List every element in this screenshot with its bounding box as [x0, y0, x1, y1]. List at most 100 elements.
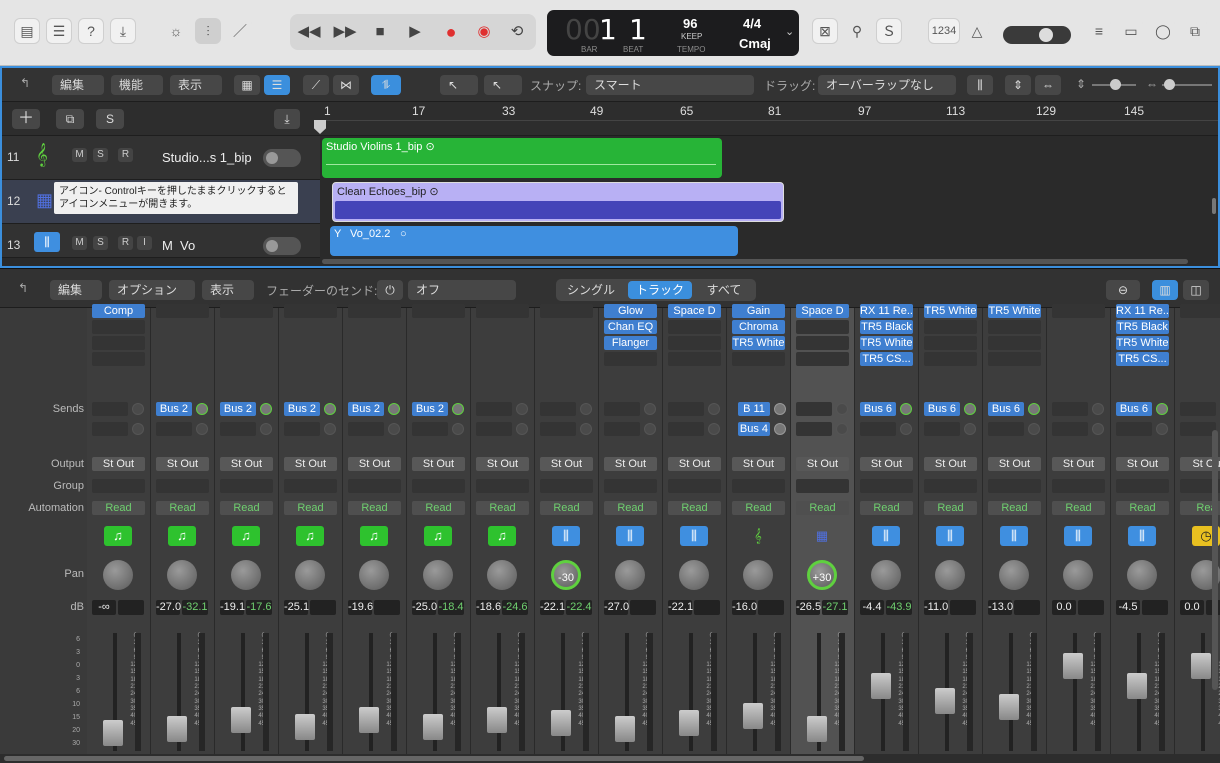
waveform-icon[interactable]: ⫼ — [34, 232, 60, 252]
empty-send-slot[interactable] — [1180, 422, 1216, 436]
fit-vertical-icon[interactable]: ⇕ — [1005, 75, 1031, 95]
channel-strip[interactable]: TR5 White Bus 6 St Out Read ⫼ -13.0 0369121518… — [983, 304, 1047, 754]
pan-knob[interactable] — [743, 560, 773, 590]
mute-button[interactable]: M — [72, 236, 87, 250]
send-slot[interactable]: Bus 6 — [860, 402, 896, 416]
region-vocals[interactable]: Y Vo_02.2 ○ — [330, 226, 738, 256]
volume-fader[interactable]: 0369121518212430354045 — [1057, 633, 1101, 751]
volume-fader[interactable]: 0369121518212430354045 — [225, 633, 269, 751]
channel-strip[interactable]: Gain Chroma TR5 White B 11 Bus 4 St Out Read 𝄞 -… — [727, 304, 791, 754]
volume-db[interactable]: -13.0 — [988, 600, 1013, 615]
vertical-zoom-knob[interactable] — [1110, 79, 1121, 90]
lcd-display[interactable]: 00 1 1 BAR BEAT 96 KEEP TEMPO 4/4 Cmaj ⌄ — [547, 10, 799, 56]
pan-knob[interactable] — [359, 560, 389, 590]
mute-button[interactable]: M — [72, 148, 87, 162]
empty-plugin-slot[interactable] — [924, 320, 977, 334]
channel-view-icon[interactable]: ▥ — [1152, 280, 1178, 300]
tracks-tab[interactable]: トラック — [628, 281, 692, 299]
loop-browser-icon[interactable]: ◯ — [1150, 18, 1176, 44]
output-slot[interactable]: St Out — [668, 457, 721, 471]
send-level-knob[interactable] — [900, 403, 912, 415]
empty-plugin-slot[interactable] — [988, 352, 1041, 366]
mixer-edit-menu[interactable]: 編集 — [50, 280, 102, 300]
volume-fader[interactable]: 0369121518212430354045 — [353, 633, 397, 751]
volume-db[interactable]: -25.0 — [412, 600, 437, 615]
send-slot[interactable]: Bus 2 — [412, 402, 448, 416]
fader-cap[interactable] — [807, 716, 827, 742]
empty-send-slot[interactable] — [796, 402, 832, 416]
empty-send-slot[interactable] — [284, 422, 320, 436]
channel-strip[interactable]: RX 11 Re... TR5 Black TR5 White TR5 CS... Bu… — [855, 304, 919, 754]
tracks-h-scrollbar[interactable] — [322, 259, 1188, 264]
empty-send-slot[interactable] — [348, 422, 384, 436]
record-enable-button[interactable]: R — [118, 148, 133, 162]
brightness-icon[interactable]: ☼ — [163, 18, 189, 44]
waveform-icon[interactable]: ⫼ — [1128, 526, 1156, 546]
empty-send-slot[interactable] — [604, 422, 640, 436]
empty-send-slot[interactable] — [476, 422, 512, 436]
volume-db[interactable]: -18.6 — [476, 600, 501, 615]
group-slot[interactable] — [668, 479, 721, 493]
output-slot[interactable]: St Out — [796, 457, 849, 471]
output-slot[interactable]: St Out — [284, 457, 337, 471]
output-slot[interactable]: St Out — [924, 457, 977, 471]
empty-plugin-slot[interactable] — [796, 352, 849, 366]
empty-plugin-slot[interactable] — [796, 320, 849, 334]
send-level-knob[interactable] — [1028, 403, 1040, 415]
group-slot[interactable] — [92, 479, 145, 493]
group-slot[interactable] — [348, 479, 401, 493]
track-on-toggle[interactable] — [263, 149, 301, 167]
view-menu[interactable]: 表示 — [170, 75, 222, 95]
volume-fader[interactable]: 0369121518212430354045 — [97, 633, 141, 751]
count-in-button[interactable]: 1234 — [928, 18, 960, 44]
output-slot[interactable]: St Out — [92, 457, 145, 471]
automation-icon[interactable]: ⟋ — [303, 75, 329, 95]
plugin-slot[interactable]: Space D — [668, 304, 721, 318]
output-slot[interactable]: St Out — [860, 457, 913, 471]
fader-cap[interactable] — [103, 720, 123, 746]
pan-knob[interactable] — [231, 560, 261, 590]
help-icon[interactable]: ? — [78, 18, 104, 44]
fader-cap[interactable] — [1063, 653, 1083, 679]
group-slot[interactable] — [220, 479, 273, 493]
automation-mode[interactable]: Read — [604, 501, 657, 515]
empty-send-slot[interactable] — [860, 422, 896, 436]
note-icon[interactable]: ♫ — [424, 526, 452, 546]
horizontal-zoom-knob[interactable] — [1164, 79, 1175, 90]
channel-strip[interactable]: Glow Chan EQ Flanger St Out Read ⫼ -27.0 036912… — [599, 304, 663, 754]
automation-mode[interactable]: Read — [668, 501, 721, 515]
single-tab[interactable]: シングル — [556, 279, 626, 301]
automation-mode[interactable]: Read — [412, 501, 465, 515]
automation-mode[interactable]: Read — [476, 501, 529, 515]
volume-db[interactable]: -4.5 — [1116, 600, 1140, 615]
channel-strip[interactable]: Bus 2 St Out Read ♫ -25.1 0369121518212430354… — [279, 304, 343, 754]
volume-db[interactable]: -27.0 — [156, 600, 181, 615]
output-slot[interactable]: St Out — [476, 457, 529, 471]
empty-plugin-slot[interactable] — [924, 352, 977, 366]
plugin-slot[interactable]: Flanger — [604, 336, 657, 350]
empty-send-slot[interactable] — [156, 422, 192, 436]
fader-cap[interactable] — [871, 673, 891, 699]
channel-strip[interactable]: Space D St Out Read ▦ +30 -26.5-27.1 036912151… — [791, 304, 855, 754]
fader-cap[interactable] — [1191, 653, 1211, 679]
mixer-options-menu[interactable]: オプション — [109, 280, 195, 300]
volume-db[interactable]: -11.0 — [924, 600, 948, 615]
track-row[interactable]: 11 𝄞 M S R Studio...s 1_bip — [2, 136, 320, 180]
send-level-knob[interactable] — [964, 403, 976, 415]
metronome-icon[interactable]: △ — [964, 18, 990, 44]
replace-icon[interactable]: ⊠ — [812, 18, 838, 44]
volume-db[interactable]: -4.4 — [860, 600, 884, 615]
group-slot[interactable] — [284, 479, 337, 493]
channel-strip[interactable]: St Out Read ⫼ -30 -22.1-22.4 0369121518212430… — [535, 304, 599, 754]
automation-mode[interactable]: Read — [1116, 501, 1169, 515]
violin-icon[interactable]: 𝄞 — [36, 144, 48, 167]
drag-select[interactable]: オーバーラップなし — [818, 75, 956, 95]
send-level-knob[interactable] — [1156, 423, 1168, 435]
back-icon[interactable]: ↰ — [18, 281, 28, 295]
send-level-knob[interactable] — [388, 403, 400, 415]
group-slot[interactable] — [860, 479, 913, 493]
channel-strip[interactable]: RX 11 Re... TR5 Black TR5 White TR5 CS... Bu… — [1111, 304, 1175, 754]
plugin-slot[interactable]: Comp — [92, 304, 145, 318]
solo-button[interactable]: S — [93, 236, 108, 250]
solo-icon[interactable]: Ｓ — [876, 18, 902, 44]
